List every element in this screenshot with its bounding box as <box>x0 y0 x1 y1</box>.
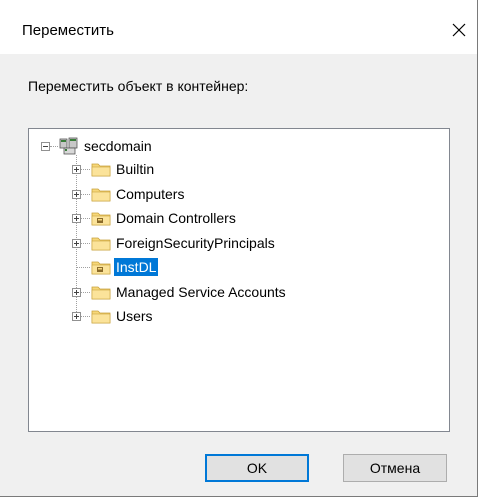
folder-icon <box>91 284 111 303</box>
tree-node-label: Domain Controllers <box>116 210 236 226</box>
tree-expand-toggle[interactable] <box>72 214 81 223</box>
tree-node-label: secdomain <box>84 138 152 154</box>
tree-node-4[interactable]: InstDL <box>114 256 159 278</box>
tree-expand-toggle[interactable] <box>72 189 81 199</box>
tree-node-label: Computers <box>116 185 185 202</box>
tree-node-label: Managed Service Accounts <box>116 283 286 300</box>
tree-expand-toggle[interactable] <box>72 238 81 248</box>
folder-icon <box>91 186 111 205</box>
tree-node-5[interactable]: Managed Service Accounts <box>114 281 288 303</box>
ou-folder-icon <box>91 259 111 278</box>
tree-expand-toggle[interactable] <box>72 165 81 174</box>
ok-button[interactable]: OK <box>205 454 309 482</box>
tree-collapse-toggle[interactable] <box>41 142 50 151</box>
tree-node-label: InstDL <box>114 258 159 276</box>
tree-node-root[interactable]: secdomain <box>82 135 154 157</box>
folder-icon <box>91 235 111 254</box>
tree-node-3[interactable]: ForeignSecurityPrincipals <box>114 232 277 254</box>
move-dialog: Переместить Переместить объект в контейн… <box>0 0 478 497</box>
folder-icon <box>91 308 111 327</box>
tree-node-6[interactable]: Users <box>114 305 155 327</box>
tree-node-0[interactable]: Builtin <box>114 158 156 180</box>
title-bar: Переместить <box>0 0 477 54</box>
tree-node-2[interactable]: Domain Controllers <box>114 207 238 229</box>
tree-expand-toggle[interactable] <box>72 287 81 297</box>
cancel-button[interactable]: Отмена <box>343 454 447 482</box>
tree-node-label: Builtin <box>116 161 155 177</box>
ou-folder-icon <box>91 210 111 229</box>
tree-expand-toggle[interactable] <box>72 312 81 321</box>
tree-node-label: ForeignSecurityPrincipals <box>116 234 275 251</box>
tree-node-label: Users <box>116 308 153 324</box>
folder-icon <box>91 161 111 180</box>
close-icon[interactable] <box>445 16 473 44</box>
move-prompt-label: Переместить объект в контейнер: <box>28 78 249 94</box>
dialog-title: Переместить <box>22 22 114 39</box>
tree-node-1[interactable]: Computers <box>114 183 186 205</box>
container-tree[interactable]: secdomain Builtin Computers Domain Control… <box>28 128 450 432</box>
